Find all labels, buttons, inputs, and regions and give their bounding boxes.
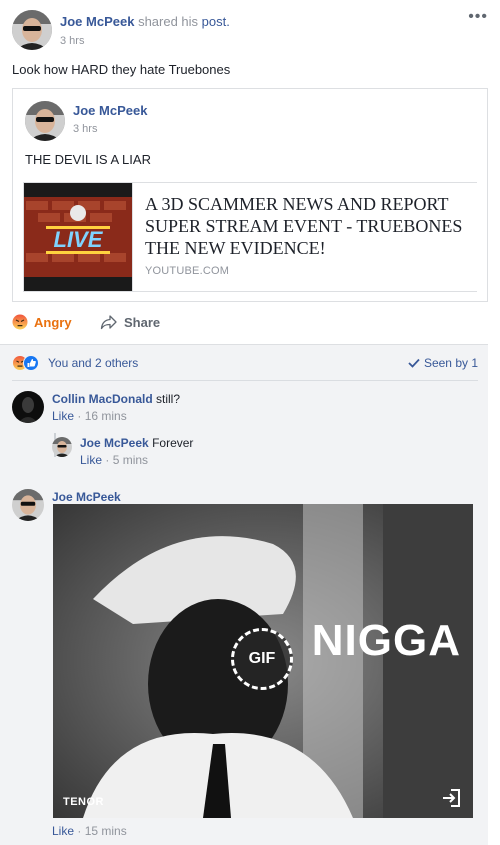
reply-text: Forever <box>152 436 194 450</box>
reply-meta: Like · 5 mins <box>80 453 149 467</box>
reply-author-avatar[interactable] <box>52 437 72 457</box>
tenor-label: TENOR <box>63 796 104 808</box>
comment-meta: Like · 16 mins <box>52 409 127 423</box>
share-label: Share <box>124 314 161 330</box>
shared-post-text: THE DEVIL IS A LIAR <box>25 152 151 167</box>
reaction-icons[interactable] <box>12 354 39 371</box>
comment-content: Collin MacDonald still? Like · 16 mins <box>52 391 472 423</box>
comment-time[interactable]: 16 mins <box>85 409 127 423</box>
angry-reaction-button[interactable]: Angry <box>12 314 72 330</box>
seen-by-text: Seen by 1 <box>423 356 478 370</box>
shared-timestamp[interactable]: 3 hrs <box>73 123 97 135</box>
link-info[interactable]: A 3D SCAMMER NEWS AND REPORT SUPER STREA… <box>132 183 477 291</box>
gif-comment-body: Joe McPeek <box>52 489 121 505</box>
share-button[interactable]: Share <box>100 314 160 330</box>
video-thumbnail[interactable]: LIVE <box>24 183 132 291</box>
comment-body: Collin MacDonald still? <box>52 391 472 407</box>
shared-author-avatar[interactable] <box>25 101 65 141</box>
divider <box>12 380 478 381</box>
comments-section: You and 2 others Seen by 1 Collin MacDon… <box>0 344 488 845</box>
comment-text: still? <box>156 392 181 406</box>
post-text: Look how HARD they hate Truebones <box>12 62 231 77</box>
reply-time[interactable]: 5 mins <box>113 453 148 467</box>
gif-commenter-avatar[interactable] <box>12 489 44 521</box>
link-preview-card[interactable]: LIVE A 3D SCAMMER NEWS AND REPORT SUPER … <box>23 182 477 292</box>
like-link[interactable]: Like <box>80 453 102 467</box>
post-timestamp[interactable]: 3 hrs <box>60 35 84 47</box>
post-author-name[interactable]: Joe McPeek <box>60 14 134 29</box>
author-avatar[interactable] <box>12 10 52 50</box>
link-title[interactable]: A 3D SCAMMER NEWS AND REPORT SUPER STREA… <box>145 193 471 259</box>
shared-author-name[interactable]: Joe McPeek <box>73 103 147 118</box>
open-external-icon[interactable] <box>441 789 461 810</box>
comment-author[interactable]: Collin MacDonald <box>52 392 153 406</box>
gif-comment-time[interactable]: 15 mins <box>85 824 127 838</box>
gif-attachment[interactable]: NIGGA GIF TENOR <box>53 504 473 818</box>
reactions-summary: You and 2 others Seen by 1 <box>12 353 478 373</box>
author-line: Joe McPeek shared his post. <box>60 14 230 29</box>
reactions-text[interactable]: You and 2 others <box>48 356 138 370</box>
gif-comment-meta: Like · 15 mins <box>52 824 127 838</box>
shared-post[interactable]: Joe McPeek 3 hrs THE DEVIL IS A LIAR LIV… <box>12 88 488 302</box>
share-arrow-icon <box>100 315 117 330</box>
like-link[interactable]: Like <box>52 824 74 838</box>
more-options-button[interactable]: ••• <box>468 8 488 26</box>
link-domain: YOUTUBE.COM <box>145 265 230 277</box>
post-link[interactable]: post. <box>202 14 230 29</box>
shared-his-text: shared his <box>138 14 199 29</box>
angry-emoji-icon <box>12 314 28 330</box>
action-bar: Angry Share <box>12 310 488 336</box>
gif-play-badge[interactable]: GIF <box>231 628 293 690</box>
thumb-live-text: LIVE <box>54 227 104 252</box>
gif-comment-author[interactable]: Joe McPeek <box>52 490 121 504</box>
checkmark-icon <box>408 358 420 368</box>
angry-label: Angry <box>34 314 72 330</box>
seen-by[interactable]: Seen by 1 <box>408 356 478 370</box>
reply-body: Joe McPeek Forever <box>80 435 470 451</box>
like-link[interactable]: Like <box>52 409 74 423</box>
gif-overlay-text: NIGGA <box>311 616 461 665</box>
reply-content: Joe McPeek Forever Like · 5 mins <box>80 435 470 467</box>
post-header: Joe McPeek shared his post. 3 hrs ••• <box>12 8 488 54</box>
commenter-avatar[interactable] <box>12 391 44 423</box>
reply-author[interactable]: Joe McPeek <box>80 436 149 450</box>
